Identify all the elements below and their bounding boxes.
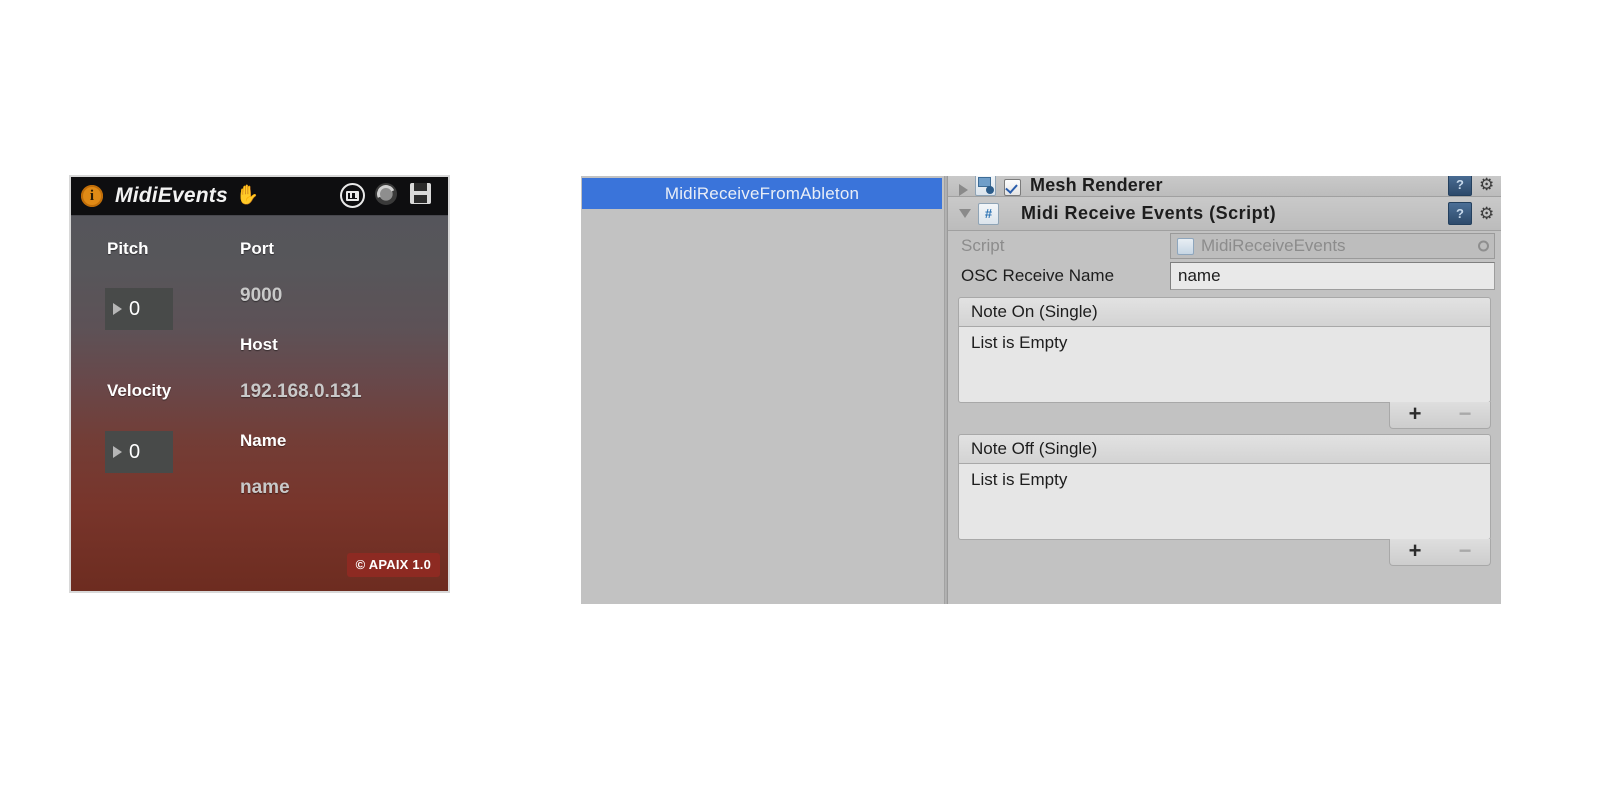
object-picker-icon[interactable] bbox=[1478, 240, 1489, 252]
help-icon[interactable]: ? bbox=[1448, 176, 1472, 196]
pitch-number-field[interactable]: 0 bbox=[105, 288, 173, 330]
velocity-number-field[interactable]: 0 bbox=[105, 431, 173, 473]
list-body[interactable]: List is Empty bbox=[958, 326, 1491, 403]
pitch-label: Pitch bbox=[107, 239, 149, 258]
reorderable-list-note-off: Note Off (Single) List is Empty + − bbox=[958, 434, 1491, 566]
osc-receive-name-input[interactable]: name bbox=[1170, 262, 1495, 290]
midi-keyboard-icon bbox=[340, 183, 365, 208]
inspector-panel: Mesh Renderer ? ⚙ # Midi Receive Events … bbox=[948, 176, 1501, 604]
component-title: Midi Receive Events (Script) bbox=[1021, 203, 1277, 223]
component-header-midi-receive-events[interactable]: # Midi Receive Events (Script) ? ⚙ bbox=[948, 197, 1501, 231]
help-icon[interactable]: ? bbox=[1448, 202, 1472, 225]
device-titlebar: i MidiEvents ✋ bbox=[71, 177, 448, 215]
midi-events-device: i MidiEvents ✋ Pitch 0 Velocity 0 Port 9… bbox=[69, 175, 450, 593]
foldout-open-icon[interactable] bbox=[959, 209, 971, 218]
unity-editor-window: MidiReceiveFromAbleton Mesh Renderer ? ⚙… bbox=[581, 176, 1501, 604]
list-header-label: Note Off (Single) bbox=[971, 439, 1098, 458]
header-actions: ? ⚙ bbox=[1448, 202, 1501, 225]
hierarchy-panel: MidiReceiveFromAbleton bbox=[581, 176, 944, 604]
midi-keyboard-toggle[interactable] bbox=[340, 183, 366, 209]
list-empty-label: List is Empty bbox=[971, 470, 1068, 489]
name-value[interactable]: name bbox=[240, 477, 290, 499]
property-label: OSC Receive Name bbox=[961, 266, 1115, 285]
velocity-value: 0 bbox=[129, 440, 141, 463]
info-icon[interactable]: i bbox=[81, 185, 103, 207]
script-object-field[interactable]: MidiReceiveEvents bbox=[1170, 233, 1495, 259]
midi-keyboard-glyph bbox=[346, 190, 359, 201]
remove-item-button[interactable]: − bbox=[1459, 403, 1472, 425]
gear-icon[interactable]: ⚙ bbox=[1479, 176, 1497, 194]
property-row-script: Script MidiReceiveEvents bbox=[948, 231, 1501, 261]
reorderable-list-note-on: Note On (Single) List is Empty + − bbox=[958, 297, 1491, 429]
mesh-renderer-enabled-checkbox[interactable] bbox=[1004, 179, 1021, 196]
list-body[interactable]: List is Empty bbox=[958, 463, 1491, 540]
name-label: Name bbox=[240, 431, 287, 450]
host-label: Host bbox=[240, 335, 278, 354]
property-row-osc-receive-name: OSC Receive Name name bbox=[948, 261, 1501, 291]
list-footer-buttons: + − bbox=[1389, 539, 1491, 566]
hand-icon: ✋ bbox=[235, 184, 260, 206]
port-label: Port bbox=[240, 239, 274, 258]
script-asset-icon bbox=[1177, 237, 1194, 255]
reload-button[interactable] bbox=[375, 183, 401, 209]
property-label: Script bbox=[961, 236, 1005, 255]
titlebar-button-group bbox=[340, 183, 448, 209]
add-item-button[interactable]: + bbox=[1409, 403, 1422, 425]
list-header[interactable]: Note On (Single) bbox=[958, 297, 1491, 326]
mesh-renderer-icon bbox=[975, 176, 996, 196]
osc-receive-name-value: name bbox=[1178, 266, 1221, 285]
host-value[interactable]: 192.168.0.131 bbox=[240, 381, 362, 403]
component-header-mesh-renderer[interactable]: Mesh Renderer ? ⚙ bbox=[948, 176, 1501, 197]
list-header[interactable]: Note Off (Single) bbox=[958, 434, 1491, 463]
script-object-value: MidiReceiveEvents bbox=[1201, 236, 1346, 255]
hierarchy-item-label: MidiReceiveFromAbleton bbox=[664, 183, 860, 203]
list-header-label: Note On (Single) bbox=[971, 302, 1098, 321]
floppy-disk-icon bbox=[410, 183, 431, 204]
foldout-closed-icon[interactable] bbox=[959, 184, 968, 196]
info-icon-glyph: i bbox=[89, 187, 95, 204]
list-footer: + − bbox=[958, 539, 1491, 566]
gear-icon[interactable]: ⚙ bbox=[1479, 205, 1497, 223]
reload-icon bbox=[375, 183, 397, 205]
device-body: Pitch 0 Velocity 0 Port 9000 Host 192.16… bbox=[71, 215, 448, 591]
velocity-label: Velocity bbox=[107, 381, 172, 400]
header-actions: ? ⚙ bbox=[1448, 176, 1501, 196]
component-title: Mesh Renderer bbox=[1030, 176, 1163, 195]
save-button[interactable] bbox=[410, 183, 436, 209]
list-footer: + − bbox=[958, 402, 1491, 429]
list-footer-buttons: + − bbox=[1389, 402, 1491, 429]
pitch-value: 0 bbox=[129, 297, 141, 320]
copyright-badge: © APAIX 1.0 bbox=[346, 553, 440, 577]
hierarchy-item-midireceivefromableton[interactable]: MidiReceiveFromAbleton bbox=[582, 178, 942, 209]
device-surface: i MidiEvents ✋ Pitch 0 Velocity 0 Port 9… bbox=[71, 177, 448, 591]
device-title: MidiEvents bbox=[115, 184, 228, 207]
expand-triangle-icon bbox=[113, 446, 122, 458]
port-value[interactable]: 9000 bbox=[240, 285, 282, 307]
add-item-button[interactable]: + bbox=[1409, 540, 1422, 562]
remove-item-button[interactable]: − bbox=[1459, 540, 1472, 562]
list-empty-label: List is Empty bbox=[971, 333, 1068, 352]
expand-triangle-icon bbox=[113, 303, 122, 315]
cs-script-icon: # bbox=[978, 202, 999, 225]
